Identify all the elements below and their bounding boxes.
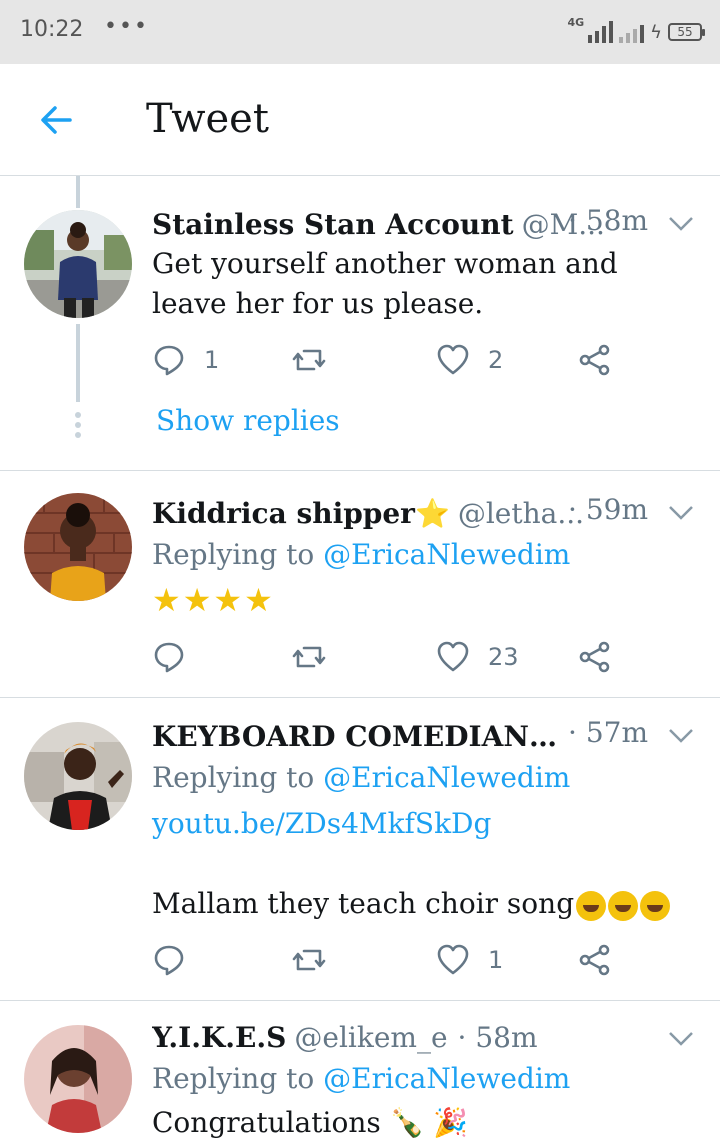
tweet-text: Get yourself another woman and leave her… (152, 244, 680, 324)
thread-dot (75, 422, 81, 428)
heart-icon (437, 641, 469, 672)
avatar[interactable] (24, 722, 132, 830)
status-bar: 10:22 ••• 4G ϟ 55 (0, 0, 720, 64)
status-more-dots: ••• (104, 14, 149, 39)
star-emojis: ★★★★ (152, 581, 275, 619)
heart-icon (437, 944, 469, 975)
charging-icon: ϟ (650, 21, 662, 43)
user-handle[interactable]: @elikem_e (294, 1021, 447, 1054)
url-link[interactable]: youtu.be/ZDs4MkfSkDg (152, 804, 680, 844)
chevron-down-icon[interactable] (668, 216, 694, 232)
tweet-text: Mallam they teach choir song (152, 884, 680, 924)
replying-to-prefix: Replying to (152, 1062, 324, 1095)
show-replies-link[interactable]: Show replies (156, 404, 340, 437)
tweet-text-line: leave her for us please. (152, 287, 484, 320)
chevron-down-icon[interactable] (668, 1031, 694, 1047)
like-button[interactable]: 1 (436, 940, 503, 980)
tweet-time: · 58m (568, 204, 648, 237)
display-name[interactable]: KEYBOARD COMEDIAN (... (152, 720, 560, 753)
display-name[interactable]: Y.I.K.E.S (152, 1021, 286, 1054)
tweet-header: Y.I.K.E.S @elikem_e · 58m (152, 1017, 640, 1057)
tweet-item[interactable]: Stainless Stan Account @M... · 58m Get y… (0, 176, 720, 471)
tweet-actions: 23 (152, 637, 622, 677)
status-indicators: 4G ϟ 55 (567, 16, 705, 48)
top-app-bar: Tweet (0, 64, 720, 176)
laughing-emoji-icon (640, 890, 671, 921)
mention-link[interactable]: @EricaNlewedim (323, 761, 570, 794)
tweet-time: · 58m (457, 1020, 538, 1054)
like-button[interactable]: 2 (436, 340, 503, 380)
tweet-item[interactable]: Y.I.K.E.S @elikem_e · 58m Replying to @E… (0, 1001, 720, 1138)
reply-button[interactable]: 1 (152, 340, 219, 380)
reply-icon (154, 345, 184, 376)
laughing-emoji-icon (576, 890, 607, 921)
chevron-down-icon[interactable] (668, 505, 694, 521)
laughing-emoji-icon (608, 890, 639, 921)
reply-icon (154, 945, 184, 976)
replying-to-line: Replying to @EricaNlewedim (152, 758, 680, 798)
like-count: 23 (488, 643, 519, 671)
tweet-text-content: Mallam they teach choir song (152, 887, 575, 920)
battery-icon: 55 (668, 23, 705, 41)
reply-icon (154, 642, 184, 673)
retweet-button[interactable] (292, 637, 344, 677)
avatar[interactable] (24, 1025, 132, 1133)
reply-button[interactable] (152, 940, 204, 980)
tweet-text-line: Get yourself another woman and (152, 247, 618, 280)
reply-count: 1 (204, 346, 220, 374)
status-time: 10:22 (20, 17, 84, 42)
page-title: Tweet (146, 96, 269, 142)
tweet-text: Congratulations 🍾 🎉 (152, 1106, 469, 1138)
thread-connector (76, 324, 80, 402)
thread-dot (75, 412, 81, 418)
signal-secondary-icon (619, 21, 645, 43)
mention-link[interactable]: @EricaNlewedim (323, 1062, 570, 1095)
back-arrow-icon[interactable] (36, 100, 76, 140)
retweet-icon (292, 349, 326, 371)
replying-to-line: Replying to @EricaNlewedim (152, 1059, 680, 1099)
share-button[interactable] (578, 637, 612, 677)
retweet-icon (292, 949, 326, 971)
share-icon (579, 344, 610, 376)
like-count: 1 (488, 946, 504, 974)
replying-to-prefix: Replying to (152, 538, 324, 571)
thread-connector (76, 176, 80, 208)
avatar[interactable] (24, 210, 132, 318)
avatar[interactable] (24, 493, 132, 601)
tweet-item[interactable]: KEYBOARD COMEDIAN (... · 57m Replying to… (0, 698, 720, 1001)
replying-to-line: Replying to @EricaNlewedim (152, 535, 680, 575)
network-type-label: 4G (567, 16, 585, 29)
retweet-icon (292, 646, 326, 668)
share-button[interactable] (578, 940, 612, 980)
tweet-actions: 1 (152, 940, 622, 980)
tweet-header: KEYBOARD COMEDIAN (... (152, 716, 560, 756)
like-count: 2 (488, 346, 504, 374)
chevron-down-icon[interactable] (668, 728, 694, 744)
thread-dot (75, 432, 81, 438)
user-handle[interactable]: @letha... (458, 497, 584, 530)
signal-icon (588, 21, 614, 43)
reply-button[interactable] (152, 637, 204, 677)
share-icon (579, 944, 610, 976)
like-button[interactable]: 23 (436, 637, 519, 677)
display-name[interactable]: Kiddrica shipper⭐ (152, 497, 450, 530)
share-icon (579, 641, 610, 673)
tweet-time: · 57m (568, 716, 648, 749)
replying-to-prefix: Replying to (152, 761, 324, 794)
retweet-button[interactable] (292, 340, 344, 380)
heart-icon (437, 344, 469, 375)
tweet-actions: 1 2 (152, 340, 622, 380)
tweet-time: · 59m (568, 493, 648, 526)
mention-link[interactable]: @EricaNlewedim (323, 538, 570, 571)
retweet-button[interactable] (292, 940, 344, 980)
tweet-item[interactable]: Kiddrica shipper⭐ @letha... · 59m Replyi… (0, 471, 720, 698)
display-name[interactable]: Stainless Stan Account (152, 208, 514, 241)
share-button[interactable] (578, 340, 612, 380)
